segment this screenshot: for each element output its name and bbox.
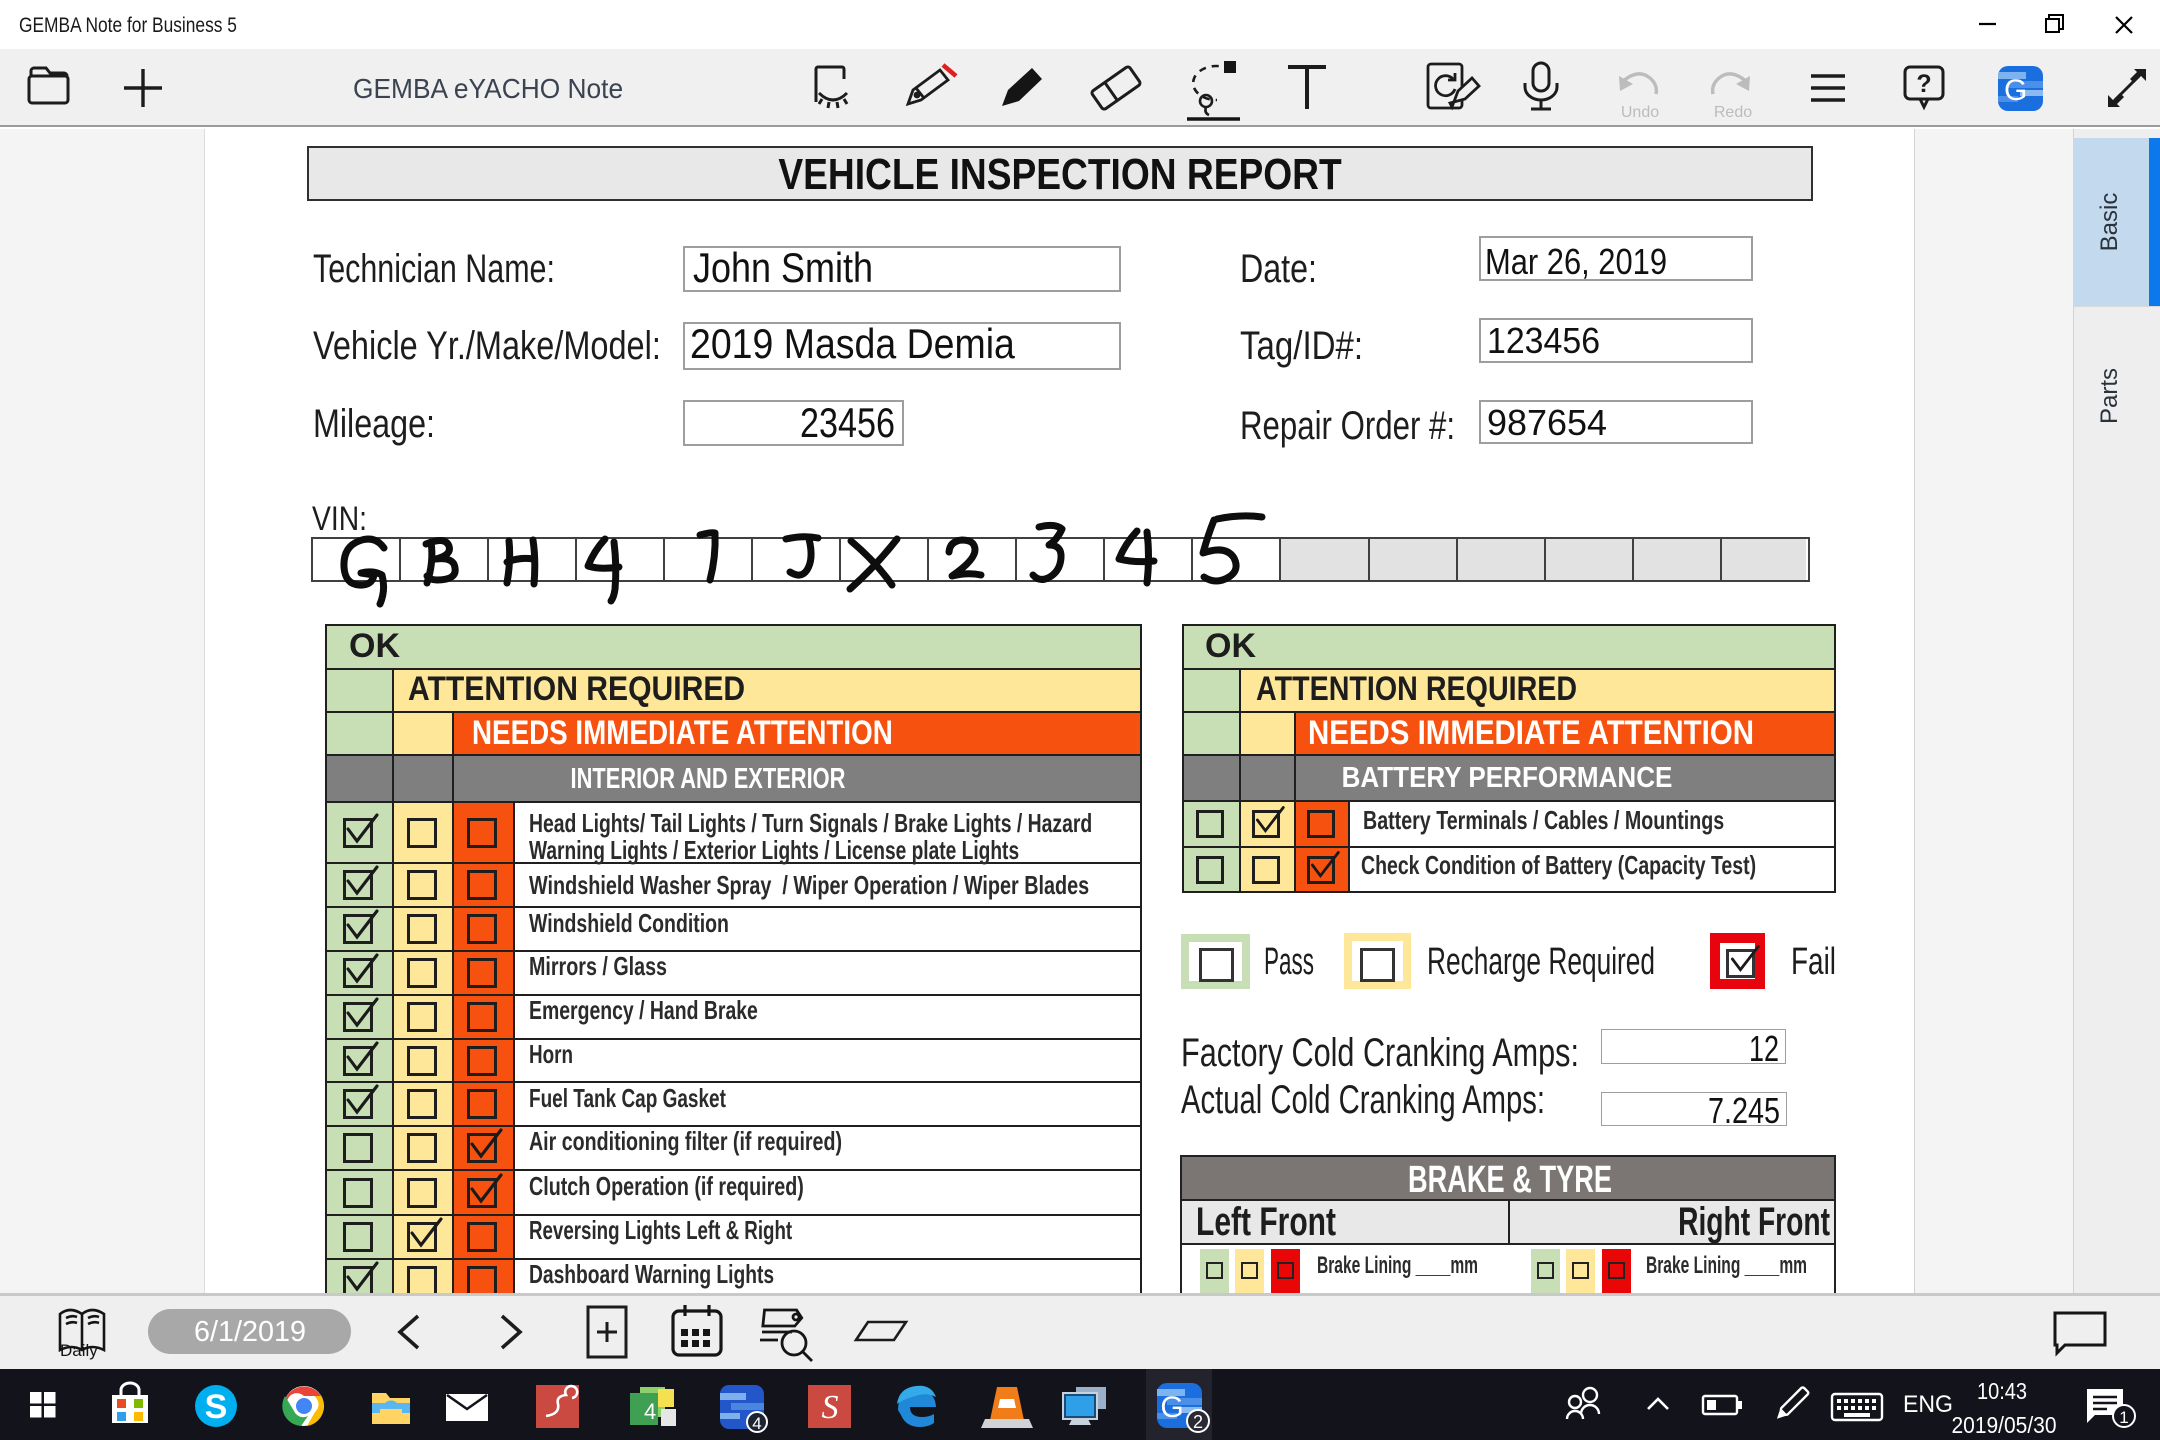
svg-text:4: 4 bbox=[644, 1399, 656, 1424]
svg-text:4: 4 bbox=[752, 1414, 761, 1433]
svg-text:G: G bbox=[1160, 1391, 1183, 1424]
svg-text:S: S bbox=[822, 1389, 839, 1426]
svg-text:?: ? bbox=[1916, 70, 1931, 98]
svg-text:S: S bbox=[205, 1388, 228, 1426]
svg-text:2: 2 bbox=[1193, 1412, 1203, 1432]
